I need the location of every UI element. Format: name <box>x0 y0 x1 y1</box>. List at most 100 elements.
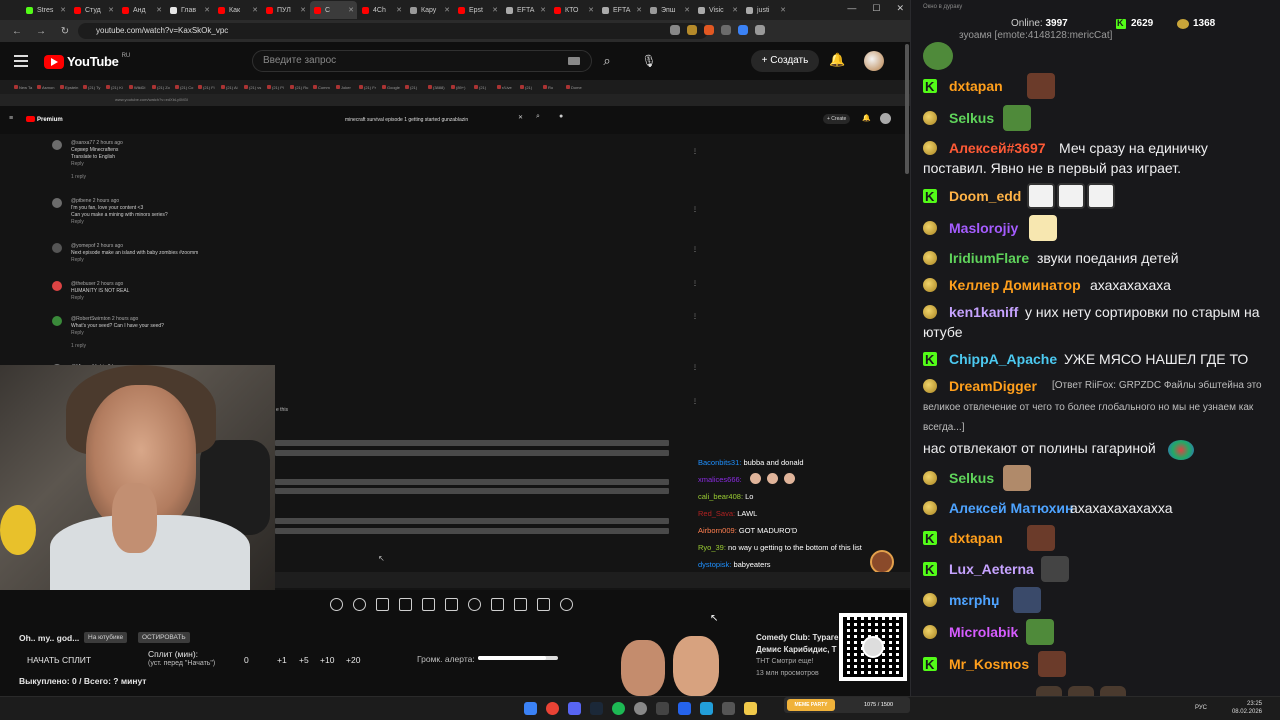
tab-close-icon[interactable]: ✕ <box>252 6 258 14</box>
folder-icon[interactable] <box>744 702 757 715</box>
browser-tab[interactable]: Эпш ✕ <box>646 1 693 19</box>
search-input[interactable]: Введите запрос <box>252 50 592 72</box>
broadcast-icon[interactable] <box>353 598 366 611</box>
browser-tab[interactable]: Глав ✕ <box>166 1 213 19</box>
add-icon[interactable] <box>491 598 504 611</box>
youtube-pill[interactable]: На ютубике <box>84 632 128 643</box>
tab-close-icon[interactable]: ✕ <box>300 6 306 14</box>
browser-tab[interactable]: ПУЛ ✕ <box>262 1 309 19</box>
recommended-thumbnail[interactable] <box>581 634 741 696</box>
browser-tab[interactable]: Анд ✕ <box>118 1 165 19</box>
steam-icon[interactable] <box>590 702 603 715</box>
maximize-button[interactable]: ☐ <box>872 3 880 14</box>
discord-icon[interactable] <box>568 702 581 715</box>
browser-tab[interactable]: Epst ✕ <box>454 1 501 19</box>
tab-close-icon[interactable]: ✕ <box>540 6 546 14</box>
chat-username[interactable]: ChippA_Apache <box>949 349 1057 369</box>
loop-icon[interactable] <box>330 598 343 611</box>
app-icon[interactable] <box>678 702 691 715</box>
avatar[interactable] <box>864 51 884 71</box>
alert-volume-slider[interactable] <box>478 656 558 660</box>
chat-username[interactable]: dxtapan <box>949 76 1003 96</box>
chat-username[interactable]: Microlabik <box>949 622 1018 642</box>
browser-tab[interactable]: EFTA ✕ <box>502 1 549 19</box>
tab-close-icon[interactable]: ✕ <box>444 6 450 14</box>
browser-tab[interactable]: Кару ✕ <box>406 1 453 19</box>
app-icon[interactable] <box>722 702 735 715</box>
chat-username[interactable]: mɛrphџ <box>949 590 999 610</box>
forward-icon[interactable]: → <box>34 26 48 37</box>
tab-close-icon[interactable]: ✕ <box>732 6 738 14</box>
clock[interactable]: 23:25 08.02.2026 <box>1232 700 1262 716</box>
extension-icon[interactable] <box>670 25 680 35</box>
flask-icon[interactable] <box>537 598 550 611</box>
back-icon[interactable]: ← <box>10 26 24 37</box>
youtube-logo[interactable]: YouTube RU <box>44 53 130 69</box>
extension-icon[interactable] <box>755 25 765 35</box>
camera-icon[interactable] <box>514 598 527 611</box>
browser-tab[interactable]: Visic ✕ <box>694 1 741 19</box>
pip-icon[interactable] <box>422 598 435 611</box>
chat-username[interactable]: IridiumFlare <box>949 248 1029 268</box>
gear-icon[interactable] <box>560 598 573 611</box>
chrome-icon[interactable] <box>546 702 559 715</box>
tab-close-icon[interactable]: ✕ <box>780 6 786 14</box>
app-icon[interactable] <box>656 702 669 715</box>
start-icon[interactable] <box>524 702 537 715</box>
telegram-icon[interactable] <box>700 702 713 715</box>
browser-tab[interactable]: С ✕ <box>310 1 357 19</box>
split-value[interactable]: 0 <box>244 655 249 665</box>
speed-icon[interactable] <box>468 598 481 611</box>
increment-10-button[interactable]: +10 <box>320 655 334 665</box>
browser-tab[interactable]: Stres ✕ <box>22 1 69 19</box>
start-split-button[interactable]: НАЧАТЬ СПЛИТ <box>27 655 91 665</box>
scrollbar-thumb[interactable] <box>905 44 909 174</box>
tab-close-icon[interactable]: ✕ <box>156 6 162 14</box>
chat-username[interactable]: Келлер Доминатор <box>949 275 1081 295</box>
increment-5-button[interactable]: +5 <box>299 655 309 665</box>
chat-username[interactable]: Selkus <box>949 468 994 488</box>
browser-tab[interactable]: Студ ✕ <box>70 1 117 19</box>
chat-username[interactable]: Mr_Kosmos <box>949 654 1029 674</box>
chat-username[interactable]: Lux_Aeterna <box>949 559 1034 579</box>
language-indicator[interactable]: РУС <box>1195 705 1207 711</box>
notifications-icon[interactable]: 🔔 <box>829 52 845 68</box>
increment-20-button[interactable]: +20 <box>346 655 360 665</box>
recommended-video[interactable]: Comedy Club: Турагент Демис Карибидис, Т… <box>756 632 847 680</box>
reload-icon[interactable]: ↻ <box>58 26 72 37</box>
increment-1-button[interactable]: +1 <box>277 655 287 665</box>
browser-tab[interactable]: justi ✕ <box>742 1 789 19</box>
clapper-icon[interactable] <box>399 598 412 611</box>
chat-username[interactable]: Алексей Матюхин <box>949 498 1073 518</box>
app-icon[interactable] <box>634 702 647 715</box>
tab-close-icon[interactable]: ✕ <box>396 6 402 14</box>
tab-close-icon[interactable]: ✕ <box>684 6 690 14</box>
minimize-button[interactable]: — <box>847 3 856 14</box>
browser-tab[interactable]: 4Ch ✕ <box>358 1 405 19</box>
spotify-icon[interactable] <box>612 702 625 715</box>
copy-pill[interactable]: ОСТИРОВАТЬ <box>138 632 190 643</box>
chat-username[interactable]: Алексей#3697 <box>949 138 1046 158</box>
tab-close-icon[interactable]: ✕ <box>60 6 66 14</box>
extension-icon[interactable] <box>704 25 714 35</box>
extension-icon[interactable] <box>687 25 697 35</box>
chat-username[interactable]: dxtapan <box>949 528 1003 548</box>
extension-icon[interactable] <box>738 25 748 35</box>
chat-username[interactable]: Doom_edd <box>949 186 1021 206</box>
video-settings-icon[interactable] <box>376 598 389 611</box>
keyboard-icon[interactable] <box>568 57 580 65</box>
chat-username[interactable]: Selkus <box>949 108 994 128</box>
tab-close-icon[interactable]: ✕ <box>348 6 354 14</box>
browser-tab[interactable]: Как ✕ <box>214 1 261 19</box>
tab-close-icon[interactable]: ✕ <box>588 6 594 14</box>
extension-icon[interactable] <box>721 25 731 35</box>
close-button[interactable]: ✕ <box>896 3 904 14</box>
tab-close-icon[interactable]: ✕ <box>636 6 642 14</box>
create-button[interactable]: + Создать <box>751 50 819 72</box>
search-icon[interactable]: ⌕ <box>590 50 624 72</box>
microphone-icon[interactable]: 🎙 <box>637 50 661 72</box>
menu-icon[interactable] <box>14 55 28 70</box>
tab-close-icon[interactable]: ✕ <box>492 6 498 14</box>
tab-close-icon[interactable]: ✕ <box>204 6 210 14</box>
chat-username[interactable]: ken1kaniff <box>949 302 1018 322</box>
